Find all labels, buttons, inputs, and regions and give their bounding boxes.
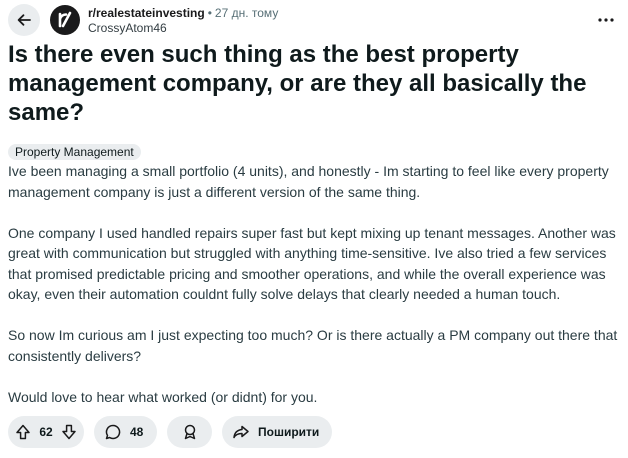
- post-title: Is there even such thing as the best pro…: [8, 41, 587, 126]
- comment-bubble-icon: [105, 424, 121, 440]
- upvote-arrow-icon: [16, 424, 30, 440]
- award-icon: [184, 424, 195, 440]
- back-button[interactable]: [8, 4, 40, 36]
- author-link[interactable]: CrossyAtom46: [88, 21, 278, 36]
- post-paragraph: Ive been managing a small portfolio (4 u…: [8, 163, 609, 200]
- post-header: r/realestateinvesting • 27 дн. тому Crossy…: [8, 4, 620, 36]
- vote-count: 62: [39, 425, 53, 439]
- post-paragraph: So now Im curious am I just expecting to…: [8, 327, 618, 364]
- downvote-button[interactable]: [60, 423, 78, 441]
- award-button[interactable]: [167, 416, 212, 448]
- comment-count: 48: [130, 425, 144, 439]
- post-actions: 62 48 Поширити: [8, 416, 332, 448]
- share-button[interactable]: Поширити: [222, 416, 332, 448]
- upvote-button[interactable]: [14, 423, 32, 441]
- subreddit-link[interactable]: r/realestateinvesting: [88, 6, 205, 20]
- post-paragraph: One company I used handled repairs super…: [8, 224, 616, 303]
- post-meta: r/realestateinvesting • 27 дн. тому Crossy…: [88, 6, 278, 36]
- post-flair[interactable]: Property Management: [8, 144, 141, 160]
- meta-separator: •: [207, 6, 212, 20]
- share-label: Поширити: [258, 425, 320, 439]
- post-paragraph: Would love to hear what worked (or didnt…: [8, 388, 318, 405]
- subreddit-logo-icon: [58, 11, 72, 28]
- arrow-left-icon: [17, 14, 31, 26]
- more-options-button[interactable]: [592, 6, 620, 34]
- vote-control: 62: [8, 416, 84, 448]
- post-body: Ive been managing a small portfolio (4 u…: [8, 161, 620, 428]
- comments-button[interactable]: 48: [94, 416, 157, 448]
- more-horizontal-icon: [598, 18, 614, 22]
- post-time: 27 дн. тому: [214, 6, 279, 20]
- downvote-arrow-icon: [62, 424, 76, 440]
- share-arrow-icon: [233, 425, 249, 439]
- subreddit-avatar-icon[interactable]: [50, 5, 80, 35]
